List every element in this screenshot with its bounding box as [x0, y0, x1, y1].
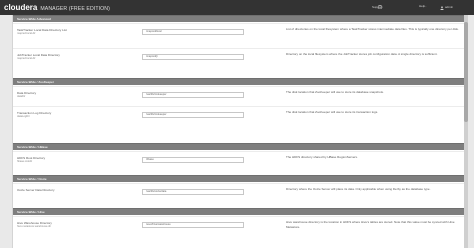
- support-label: Support: [372, 4, 383, 9]
- config-row: Data Directory dataDir /var/lib/zookeepe…: [13, 86, 465, 106]
- config-input[interactable]: /mapred/local: [142, 29, 244, 35]
- section-header: Service-Wide Advanced: [13, 15, 465, 22]
- config-description: The HDFS directory shared by HBase Regio…: [286, 155, 358, 159]
- config-label: HDFS Root Directory hbase.rootdir: [17, 156, 117, 164]
- config-description: Directory on the local filesystem where …: [286, 52, 438, 56]
- config-label: JobTracker Local Data Directory mapred.l…: [17, 53, 117, 61]
- section-header: Service-Wide / Oozie: [13, 175, 465, 182]
- config-input[interactable]: /mapred/jt: [142, 54, 244, 60]
- configuration-panel: Service-Wide Advanced TaskTracker Local …: [12, 15, 466, 248]
- config-label: Hive Warehouse Directory hive.metastore.…: [17, 221, 117, 229]
- section-header: Service-Wide / HBase: [13, 143, 465, 150]
- scrollbar-thumb[interactable]: [464, 22, 468, 122]
- support-menu[interactable]: Support: [372, 4, 383, 11]
- config-input[interactable]: /user/hive/warehouse: [142, 222, 244, 228]
- user-label: admin: [445, 4, 454, 9]
- config-input[interactable]: /var/lib/zookeeper: [142, 112, 244, 118]
- config-description: The disk location that ZooKeeper will us…: [286, 90, 384, 94]
- brand-name: cloudera: [4, 3, 38, 12]
- config-key: hive.metastore.warehouse.dir: [17, 225, 52, 228]
- config-row: JobTracker Local Data Directory mapred.l…: [13, 48, 465, 76]
- top-navigation-bar: cloudera MANAGER (FREE EDITION) Support …: [0, 0, 474, 15]
- config-label: Data Directory dataDir: [17, 91, 117, 99]
- config-key: hbase.rootdir: [17, 160, 33, 163]
- brand-product: MANAGER (FREE EDITION): [40, 6, 110, 12]
- config-description: Directory where the Oozie Server will pl…: [286, 187, 431, 191]
- user-icon: [440, 5, 444, 10]
- config-label: Oozie Server Data Directory: [17, 188, 55, 192]
- config-key: dataDir: [17, 95, 26, 98]
- config-description: Hive warehouse directory is the location…: [286, 220, 455, 229]
- more-menu[interactable]: ...: [424, 4, 427, 8]
- config-description: List of directories on the local filesys…: [286, 27, 459, 31]
- brand-logo[interactable]: cloudera MANAGER (FREE EDITION): [4, 3, 110, 12]
- config-label: Transaction Log Directory dataLogDir: [17, 111, 117, 119]
- section-header: Service-Wide / ZooKeeper: [13, 78, 465, 85]
- user-menu[interactable]: admin: [440, 4, 453, 11]
- config-input[interactable]: /hbase: [142, 157, 244, 163]
- section-header: Service-Wide / Hive: [13, 208, 465, 215]
- config-key: mapred.local.dir: [17, 32, 36, 35]
- config-input[interactable]: /var/lib/oozie/data: [142, 189, 244, 195]
- config-input[interactable]: /var/lib/zookeeper: [142, 92, 244, 98]
- config-row: Hive Warehouse Directory hive.metastore.…: [13, 216, 465, 248]
- config-description: The disk location that ZooKeeper will us…: [286, 110, 379, 114]
- config-key: mapred.local.dir: [17, 57, 36, 60]
- config-row: Oozie Server Data Directory /var/lib/ooz…: [13, 183, 465, 204]
- config-label: TaskTracker Local Data Directory List ma…: [17, 28, 117, 36]
- config-row: TaskTracker Local Data Directory List ma…: [13, 23, 465, 48]
- config-row: Transaction Log Directory dataLogDir /va…: [13, 106, 465, 126]
- config-key: dataLogDir: [17, 115, 30, 118]
